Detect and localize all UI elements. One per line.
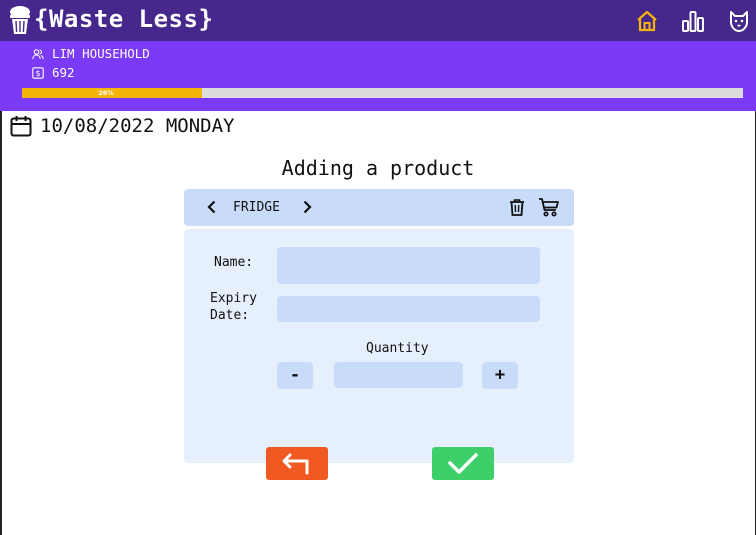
back-button[interactable] (266, 447, 328, 480)
location-label: FRIDGE (233, 200, 280, 215)
calendar-icon (10, 116, 32, 137)
current-date: 10/08/2022 MONDAY (40, 115, 235, 137)
expiry-label: Expiry Date: (210, 290, 257, 324)
users-icon (32, 48, 44, 59)
quantity-label: Quantity (366, 341, 429, 356)
increase-quantity-button[interactable]: + (482, 362, 518, 389)
household-row: LIM HOUSEHOLD (32, 46, 150, 61)
app-title: {Waste Less} (34, 5, 214, 33)
expiry-label-line2: Date: (210, 308, 250, 323)
next-location-button[interactable] (297, 196, 317, 218)
household-name: LIM HOUSEHOLD (52, 46, 150, 61)
top-bar: {Waste Less} (0, 0, 756, 41)
decrease-quantity-button[interactable]: - (277, 362, 313, 389)
svg-text:$: $ (35, 69, 40, 78)
trash-icon[interactable] (507, 197, 527, 217)
progress-label: 26% (98, 89, 114, 97)
name-input[interactable] (277, 247, 540, 284)
name-label: Name: (214, 255, 254, 270)
progress-bar: 26% (22, 88, 743, 98)
expiry-label-line1: Expiry (210, 291, 257, 306)
date-row: 10/08/2022 MONDAY (10, 115, 234, 137)
bar-chart-icon[interactable] (681, 9, 705, 33)
chevron-right-icon (303, 200, 312, 214)
return-arrow-icon (282, 453, 309, 475)
page-title: Adding a product (281, 156, 475, 180)
dollar-icon: $ (32, 66, 44, 79)
product-form: Name: Expiry Date: Quantity - + (184, 229, 574, 463)
home-icon[interactable] (635, 9, 659, 33)
expiry-date-input[interactable] (277, 296, 540, 322)
shopping-cart-icon[interactable] (538, 197, 560, 217)
household-panel: LIM HOUSEHOLD $ 692 26% (0, 41, 756, 111)
confirm-button[interactable] (432, 447, 494, 480)
points-value: 692 (52, 65, 75, 80)
checkmark-icon (448, 453, 478, 474)
cat-face-icon[interactable] (727, 9, 751, 33)
previous-location-button[interactable] (202, 196, 222, 218)
trash-can-logo-icon (10, 6, 30, 34)
location-bar: FRIDGE (184, 189, 574, 226)
chevron-left-icon (207, 200, 216, 214)
points-row: $ 692 (32, 65, 75, 80)
quantity-input[interactable] (334, 362, 463, 388)
